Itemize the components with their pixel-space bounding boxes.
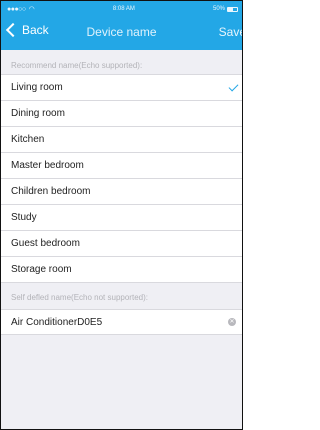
battery-icon	[227, 6, 238, 12]
custom-section-header: Self defled name(Echo not supported):	[11, 293, 148, 302]
list-item-label: Storage room	[11, 264, 72, 275]
custom-name-row: ✕	[1, 309, 242, 335]
save-button[interactable]: Save	[219, 25, 242, 39]
phone-screen: ●●●○○ ◠ 8:08 AM 50% Back Device name Sav…	[0, 0, 243, 430]
wifi-icon: ◠	[28, 6, 35, 13]
signal-strength-icon: ●●●○○	[7, 5, 26, 13]
list-item-dining-room[interactable]: Dining room	[1, 101, 242, 127]
status-bar: ●●●○○ ◠ 8:08 AM 50%	[1, 1, 242, 17]
list-item-label: Children bedroom	[11, 186, 91, 197]
custom-name-input[interactable]	[11, 316, 191, 328]
list-item-guest-bedroom[interactable]: Guest bedroom	[1, 231, 242, 257]
list-item-living-room[interactable]: Living room	[1, 75, 242, 101]
navigation-bar: Back Device name Save	[1, 17, 242, 50]
list-item-label: Dining room	[11, 108, 65, 119]
list-item-label: Master bedroom	[11, 160, 84, 171]
list-item-children-bedroom[interactable]: Children bedroom	[1, 179, 242, 205]
recommend-name-list: Living room Dining room Kitchen Master b…	[1, 74, 242, 283]
battery-percent: 50%	[212, 6, 225, 12]
list-item-kitchen[interactable]: Kitchen	[1, 127, 242, 153]
clear-icon[interactable]: ✕	[228, 318, 236, 326]
list-item-label: Kitchen	[11, 134, 45, 145]
battery-indicator: 50%	[213, 6, 238, 12]
checkmark-icon	[228, 81, 239, 92]
list-item-label: Study	[11, 212, 37, 223]
signal-indicator: ●●●○○ ◠	[7, 5, 35, 14]
recommend-section-header: Recommend name(Echo supported):	[11, 61, 143, 70]
header-bar: ●●●○○ ◠ 8:08 AM 50% Back Device name Sav…	[1, 1, 242, 50]
list-item-study[interactable]: Study	[1, 205, 242, 231]
page-title: Device name	[86, 25, 157, 39]
list-item-label: Living room	[11, 82, 63, 93]
list-item-label: Guest bedroom	[11, 238, 80, 249]
list-item-master-bedroom[interactable]: Master bedroom	[1, 153, 242, 179]
status-time: 8:08 AM	[112, 6, 135, 12]
list-item-storage-room[interactable]: Storage room	[1, 257, 242, 283]
